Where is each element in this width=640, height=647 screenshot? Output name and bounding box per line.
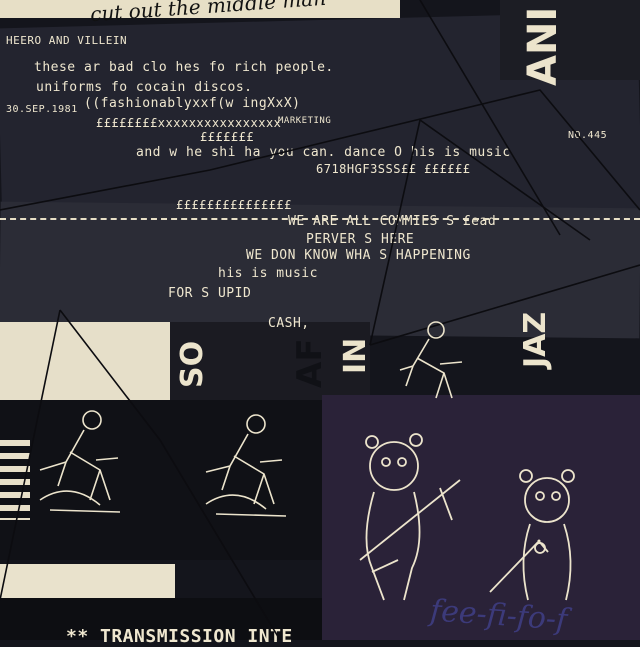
cyclist-drawing-2 xyxy=(205,414,287,517)
line-drawings xyxy=(0,0,640,640)
bear-with-gun-drawing-2 xyxy=(489,469,575,601)
bear-with-gun-drawing-1 xyxy=(359,433,461,601)
cyclist-drawing-1 xyxy=(39,410,121,513)
collage-artwork: { "handwriting": { "top": "cut out the m… xyxy=(0,0,640,647)
